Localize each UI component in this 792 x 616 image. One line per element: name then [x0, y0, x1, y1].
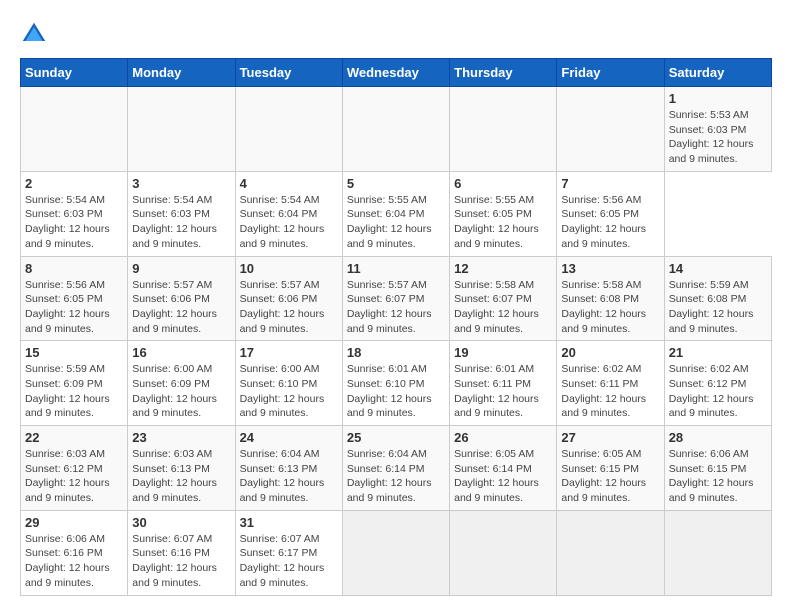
col-header-monday: Monday	[128, 59, 235, 87]
day-cell-11: 11Sunrise: 5:57 AMSunset: 6:07 PMDayligh…	[342, 256, 449, 341]
day-cell-18: 18Sunrise: 6:01 AMSunset: 6:10 PMDayligh…	[342, 341, 449, 426]
empty-cell	[128, 87, 235, 172]
day-cell-17: 17Sunrise: 6:00 AMSunset: 6:10 PMDayligh…	[235, 341, 342, 426]
day-cell-27: 27Sunrise: 6:05 AMSunset: 6:15 PMDayligh…	[557, 426, 664, 511]
col-header-tuesday: Tuesday	[235, 59, 342, 87]
day-cell-7: 7Sunrise: 5:56 AMSunset: 6:05 PMDaylight…	[557, 171, 664, 256]
col-header-friday: Friday	[557, 59, 664, 87]
day-cell-6: 6Sunrise: 5:55 AMSunset: 6:05 PMDaylight…	[450, 171, 557, 256]
empty-cell	[557, 87, 664, 172]
day-cell-10: 10Sunrise: 5:57 AMSunset: 6:06 PMDayligh…	[235, 256, 342, 341]
day-cell-13: 13Sunrise: 5:58 AMSunset: 6:08 PMDayligh…	[557, 256, 664, 341]
day-cell-20: 20Sunrise: 6:02 AMSunset: 6:11 PMDayligh…	[557, 341, 664, 426]
day-cell-25: 25Sunrise: 6:04 AMSunset: 6:14 PMDayligh…	[342, 426, 449, 511]
week-row-3: 8Sunrise: 5:56 AMSunset: 6:05 PMDaylight…	[21, 256, 772, 341]
day-cell-30: 30Sunrise: 6:07 AMSunset: 6:16 PMDayligh…	[128, 510, 235, 595]
calendar-table: SundayMondayTuesdayWednesdayThursdayFrid…	[20, 58, 772, 596]
empty-cell	[342, 87, 449, 172]
empty-cell	[235, 87, 342, 172]
header-row: SundayMondayTuesdayWednesdayThursdayFrid…	[21, 59, 772, 87]
day-cell-19: 19Sunrise: 6:01 AMSunset: 6:11 PMDayligh…	[450, 341, 557, 426]
week-row-4: 15Sunrise: 5:59 AMSunset: 6:09 PMDayligh…	[21, 341, 772, 426]
empty-cell	[450, 87, 557, 172]
empty-cell	[21, 87, 128, 172]
day-cell-14: 14Sunrise: 5:59 AMSunset: 6:08 PMDayligh…	[664, 256, 771, 341]
col-header-wednesday: Wednesday	[342, 59, 449, 87]
week-row-6: 29Sunrise: 6:06 AMSunset: 6:16 PMDayligh…	[21, 510, 772, 595]
page-header	[20, 20, 772, 48]
day-cell-3: 3Sunrise: 5:54 AMSunset: 6:03 PMDaylight…	[128, 171, 235, 256]
col-header-saturday: Saturday	[664, 59, 771, 87]
day-cell-1: 1Sunrise: 5:53 AMSunset: 6:03 PMDaylight…	[664, 87, 771, 172]
day-cell-9: 9Sunrise: 5:57 AMSunset: 6:06 PMDaylight…	[128, 256, 235, 341]
day-cell-16: 16Sunrise: 6:00 AMSunset: 6:09 PMDayligh…	[128, 341, 235, 426]
day-cell-29: 29Sunrise: 6:06 AMSunset: 6:16 PMDayligh…	[21, 510, 128, 595]
day-cell-12: 12Sunrise: 5:58 AMSunset: 6:07 PMDayligh…	[450, 256, 557, 341]
empty-cell	[450, 510, 557, 595]
day-cell-23: 23Sunrise: 6:03 AMSunset: 6:13 PMDayligh…	[128, 426, 235, 511]
day-cell-26: 26Sunrise: 6:05 AMSunset: 6:14 PMDayligh…	[450, 426, 557, 511]
week-row-2: 2Sunrise: 5:54 AMSunset: 6:03 PMDaylight…	[21, 171, 772, 256]
day-cell-28: 28Sunrise: 6:06 AMSunset: 6:15 PMDayligh…	[664, 426, 771, 511]
day-cell-22: 22Sunrise: 6:03 AMSunset: 6:12 PMDayligh…	[21, 426, 128, 511]
day-cell-5: 5Sunrise: 5:55 AMSunset: 6:04 PMDaylight…	[342, 171, 449, 256]
logo	[20, 20, 52, 48]
empty-cell	[342, 510, 449, 595]
week-row-1: 1Sunrise: 5:53 AMSunset: 6:03 PMDaylight…	[21, 87, 772, 172]
empty-cell	[664, 510, 771, 595]
day-cell-2: 2Sunrise: 5:54 AMSunset: 6:03 PMDaylight…	[21, 171, 128, 256]
empty-cell	[557, 510, 664, 595]
col-header-thursday: Thursday	[450, 59, 557, 87]
day-cell-31: 31Sunrise: 6:07 AMSunset: 6:17 PMDayligh…	[235, 510, 342, 595]
day-cell-15: 15Sunrise: 5:59 AMSunset: 6:09 PMDayligh…	[21, 341, 128, 426]
day-cell-4: 4Sunrise: 5:54 AMSunset: 6:04 PMDaylight…	[235, 171, 342, 256]
logo-icon	[20, 20, 48, 48]
day-cell-24: 24Sunrise: 6:04 AMSunset: 6:13 PMDayligh…	[235, 426, 342, 511]
day-cell-21: 21Sunrise: 6:02 AMSunset: 6:12 PMDayligh…	[664, 341, 771, 426]
col-header-sunday: Sunday	[21, 59, 128, 87]
day-cell-8: 8Sunrise: 5:56 AMSunset: 6:05 PMDaylight…	[21, 256, 128, 341]
week-row-5: 22Sunrise: 6:03 AMSunset: 6:12 PMDayligh…	[21, 426, 772, 511]
